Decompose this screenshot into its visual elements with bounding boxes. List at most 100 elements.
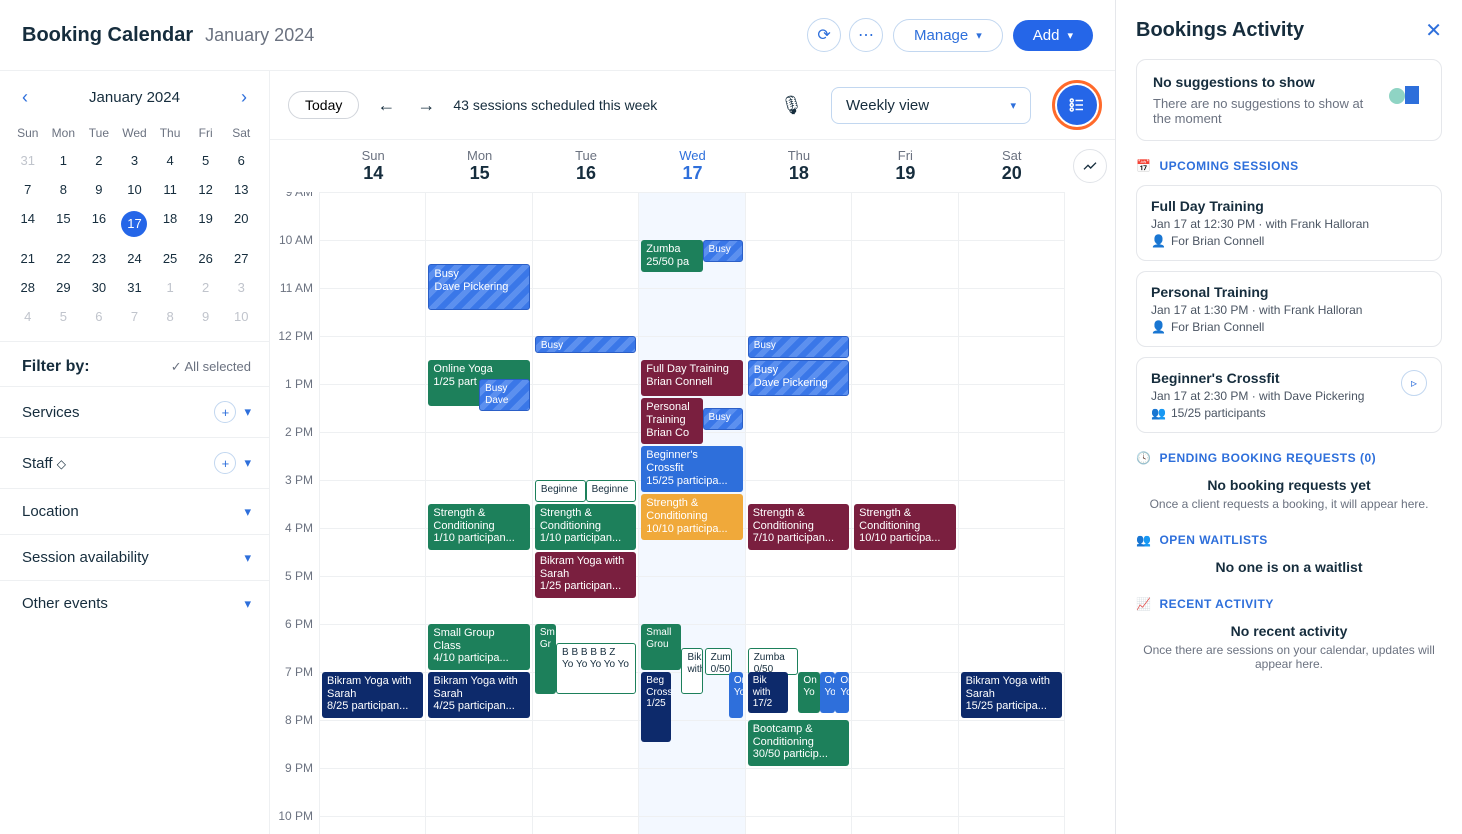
day-column[interactable]: Zumba25/50 pa Busy Full Day TrainingBrian …	[639, 192, 745, 834]
close-panel-button[interactable]: ✕	[1425, 18, 1442, 43]
mini-day[interactable]: 10	[223, 302, 259, 331]
mini-day[interactable]: 18	[152, 204, 188, 244]
calendar-event[interactable]: Strength & Conditioning7/10 participan..…	[748, 504, 849, 550]
calendar-event[interactable]: Zumba25/50 pa	[641, 240, 702, 272]
calendar-event[interactable]: OnYo	[820, 672, 836, 713]
mini-day[interactable]: 9	[81, 175, 117, 204]
manage-button[interactable]: Manage▾	[893, 19, 1003, 52]
mini-day[interactable]: 22	[46, 244, 82, 273]
calendar-event[interactable]: Bikram Yoga with Sarah4/25 participan...	[428, 672, 529, 718]
session-card[interactable]: Full Day TrainingJan 17 at 12:30 PM · wi…	[1136, 185, 1442, 261]
calendar-event[interactable]: SmallGrou	[641, 624, 681, 670]
calendar-event[interactable]: Busy	[535, 336, 636, 353]
mini-day[interactable]: 25	[152, 244, 188, 273]
filter-services[interactable]: Services +▾	[0, 386, 269, 437]
mini-day[interactable]: 16	[81, 204, 117, 244]
mini-day[interactable]: 3	[223, 273, 259, 302]
filter-staff[interactable]: Staff ◇ +▾	[0, 437, 269, 488]
mini-day[interactable]: 17	[117, 204, 153, 244]
mini-day[interactable]: 1	[46, 146, 82, 175]
mini-day[interactable]: 26	[188, 244, 224, 273]
calendar-event[interactable]: Zumba 0/50	[748, 648, 799, 675]
calendar-event[interactable]: BusyDave Pickering	[428, 264, 529, 310]
calendar-event[interactable]: Strength & Conditioning10/10 participa..…	[854, 504, 955, 550]
mini-day[interactable]: 7	[117, 302, 153, 331]
session-card[interactable]: ▹Beginner's CrossfitJan 17 at 2:30 PM · …	[1136, 357, 1442, 433]
calendar-event[interactable]: Strength & Conditioning1/10 participan..…	[535, 504, 636, 550]
calendar-event[interactable]: Bootcamp & Conditioning30/50 particip...	[748, 720, 849, 766]
day-column[interactable]: Bikram Yoga with Sarah15/25 participa...	[959, 192, 1065, 834]
calendar-event[interactable]: Bikram Yoga with Sarah1/25 participan...	[535, 552, 636, 598]
mini-day[interactable]: 31	[117, 273, 153, 302]
calendar-event[interactable]: OnYo	[729, 672, 743, 718]
day-column[interactable]: Strength & Conditioning10/10 participa..…	[852, 192, 958, 834]
mini-day[interactable]: 23	[81, 244, 117, 273]
calendar-event[interactable]: BusyDave Pickering	[748, 360, 849, 396]
calendar-event[interactable]: Busy	[703, 408, 743, 430]
calendar-event[interactable]: Busy	[748, 336, 849, 358]
more-button[interactable]: ⋯	[849, 18, 883, 52]
mini-day[interactable]: 20	[223, 204, 259, 244]
mini-day[interactable]: 29	[46, 273, 82, 302]
calendar-event[interactable]: OnYo	[798, 672, 819, 713]
mini-day[interactable]: 31	[10, 146, 46, 175]
calendar-event[interactable]: OnYo	[835, 672, 849, 713]
today-button[interactable]: Today	[288, 91, 359, 119]
filter-all-selected[interactable]: All selected	[171, 359, 251, 375]
mini-day[interactable]: 9	[188, 302, 224, 331]
calendar-event[interactable]: Zumba0/50	[705, 648, 732, 675]
calendar-event[interactable]: Full Day TrainingBrian Connell	[641, 360, 742, 396]
next-week-button[interactable]: →	[413, 91, 439, 120]
mini-day[interactable]: 5	[46, 302, 82, 331]
mini-day[interactable]: 30	[81, 273, 117, 302]
filter-session-availability[interactable]: Session availability ▾	[0, 534, 269, 580]
calendar-event[interactable]: Small Group Class4/10 participa...	[428, 624, 529, 670]
mini-day[interactable]: 21	[10, 244, 46, 273]
filter-other-events[interactable]: Other events ▾	[0, 580, 269, 626]
mini-day[interactable]: 10	[117, 175, 153, 204]
calendar-event[interactable]: BegCrossfit1/25	[641, 672, 671, 742]
view-select[interactable]: Weekly view ▾	[831, 87, 1031, 124]
analytics-button[interactable]	[1073, 149, 1107, 183]
calendar-event[interactable]: B B B B B ZYo Yo Yo Yo Yo	[556, 643, 636, 694]
plus-icon[interactable]: +	[214, 401, 236, 423]
mini-day[interactable]: 2	[81, 146, 117, 175]
mini-day[interactable]: 8	[46, 175, 82, 204]
calendar-event[interactable]: Bikram Yoga with Sarah15/25 participa...	[961, 672, 1062, 718]
calendar-event[interactable]: Beginner's Crossfit15/25 participa...	[641, 446, 742, 492]
calendar-event[interactable]: Bikram Yoga with Sarah8/25 participan...	[322, 672, 423, 718]
voice-icon[interactable]: 🎙	[780, 95, 803, 116]
mini-day[interactable]: 6	[81, 302, 117, 331]
mini-day[interactable]: 14	[10, 204, 46, 244]
day-header[interactable]: Wed17	[639, 140, 745, 192]
day-header[interactable]: Mon15	[426, 140, 532, 192]
calendar-event[interactable]: Strength & Conditioning10/10 participa..…	[641, 494, 742, 540]
refresh-button[interactable]: ⟳	[807, 18, 841, 52]
calendar-event[interactable]: Beginne	[535, 480, 586, 502]
day-header[interactable]: Fri19	[852, 140, 958, 192]
day-column[interactable]: BusyDave PickeringOnline Yoga1/25 partBu…	[426, 192, 532, 834]
day-header[interactable]: Thu18	[746, 140, 852, 192]
list-view-toggle[interactable]	[1057, 85, 1097, 125]
calendar-event[interactable]: Personal TrainingBrian Co	[641, 398, 702, 444]
calendar-event[interactable]: Strength & Conditioning1/10 participan..…	[428, 504, 529, 550]
calendar-event[interactable]: Bikwith17/2	[748, 672, 788, 713]
mini-day[interactable]: 7	[10, 175, 46, 204]
mini-day[interactable]: 3	[117, 146, 153, 175]
mini-day[interactable]: 8	[152, 302, 188, 331]
mini-day[interactable]: 12	[188, 175, 224, 204]
calendar-event[interactable]: Bikwith	[681, 648, 702, 694]
mini-day[interactable]: 1	[152, 273, 188, 302]
day-column[interactable]: BusyBeginneBeginneStrength & Conditionin…	[533, 192, 639, 834]
mini-day[interactable]: 2	[188, 273, 224, 302]
day-header[interactable]: Sat20	[959, 140, 1065, 192]
mini-day[interactable]: 4	[10, 302, 46, 331]
filter-location[interactable]: Location ▾	[0, 488, 269, 534]
mini-day[interactable]: 4	[152, 146, 188, 175]
mini-day[interactable]: 28	[10, 273, 46, 302]
day-header[interactable]: Sun14	[320, 140, 426, 192]
mini-cal-next[interactable]: ›	[235, 85, 253, 110]
mini-day[interactable]: 11	[152, 175, 188, 204]
day-column[interactable]: Bikram Yoga with Sarah8/25 participan...	[320, 192, 426, 834]
mini-day[interactable]: 5	[188, 146, 224, 175]
